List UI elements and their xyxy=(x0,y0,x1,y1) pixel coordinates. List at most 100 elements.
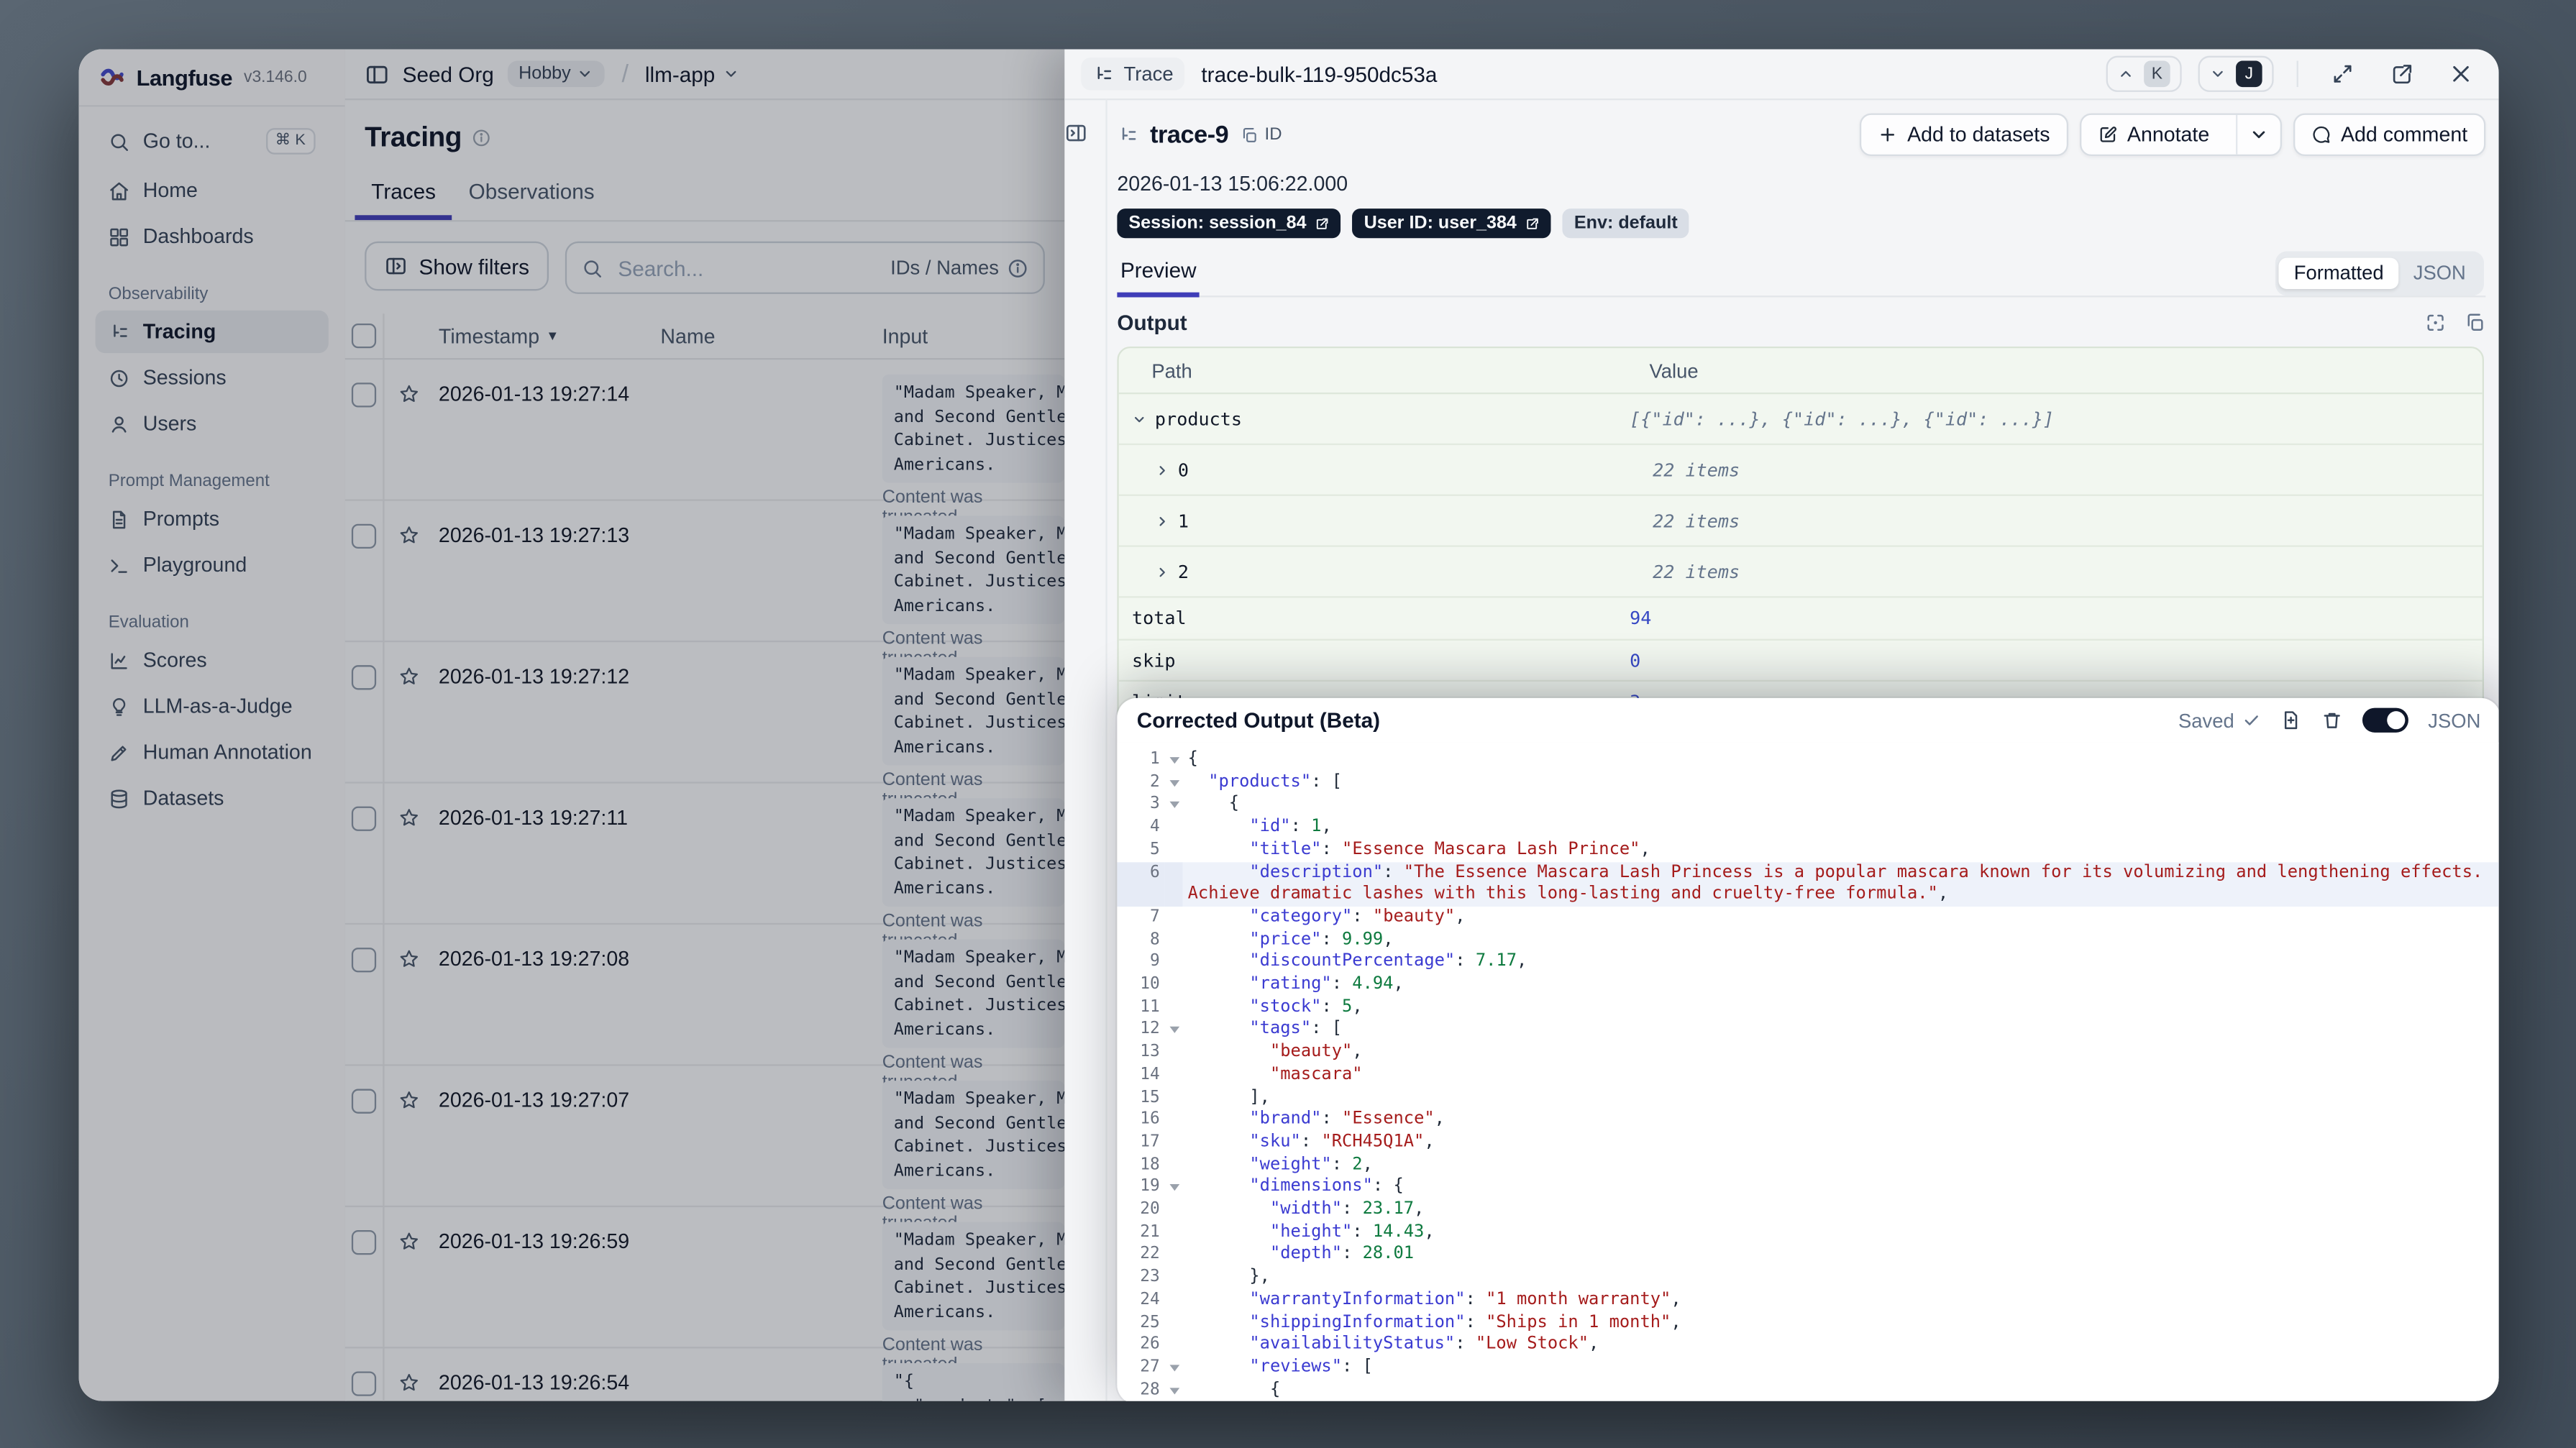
open-in-new-icon[interactable] xyxy=(2390,63,2413,86)
line-number: 25 xyxy=(1140,1313,1160,1332)
chevron-up-icon xyxy=(2118,65,2134,82)
code-line-19: 19 "dimensions": { xyxy=(1117,1176,2498,1199)
code-line-17: 17 "sku": "RCH45Q1A", xyxy=(1117,1132,2498,1154)
fold-chevron-icon xyxy=(1169,1184,1179,1192)
divider xyxy=(2296,60,2298,88)
fold-gutter xyxy=(1165,907,1183,929)
fold-gutter[interactable] xyxy=(1165,794,1183,816)
line-number: 14 xyxy=(1140,1066,1160,1084)
trace-timestamp: 2026-01-13 15:06:22.000 xyxy=(1117,172,1348,196)
trace-breadcrumb[interactable]: Trace xyxy=(1081,57,1185,91)
output-value: 22 items xyxy=(1653,561,1740,582)
badge-env: Env: default xyxy=(1562,209,1689,239)
fold-gutter xyxy=(1165,1222,1183,1244)
fold-gutter[interactable] xyxy=(1165,1379,1183,1401)
tab-preview[interactable]: Preview xyxy=(1117,258,1200,298)
line-number: 21 xyxy=(1140,1223,1160,1242)
output-path: skip xyxy=(1131,649,1176,672)
fold-gutter xyxy=(1165,1289,1183,1311)
copy-icon[interactable] xyxy=(2465,312,2486,334)
expand-icon[interactable] xyxy=(2331,63,2355,86)
chevron-down-icon[interactable] xyxy=(1132,411,1147,426)
trash-icon[interactable] xyxy=(2321,710,2343,731)
copy-trace-id[interactable]: ID xyxy=(1240,125,1282,145)
output-row-2[interactable]: 2 22 items xyxy=(1118,547,2483,598)
badge-user-id[interactable]: User ID: user_384 xyxy=(1352,209,1551,239)
json-toggle[interactable] xyxy=(2362,707,2408,733)
fold-gutter[interactable] xyxy=(1165,749,1183,771)
output-section-header: Output xyxy=(1117,311,2485,335)
code-line-11: 11 "stock": 5, xyxy=(1117,996,2498,1019)
output-row-0[interactable]: 0 22 items xyxy=(1118,445,2483,496)
chevron-right-icon[interactable] xyxy=(1155,513,1170,528)
line-number: 23 xyxy=(1140,1268,1160,1287)
trace-title-row: trace-9 ID Add to datasets Annotate Add … xyxy=(1117,113,2486,157)
json-toggle-label: JSON xyxy=(2428,708,2481,732)
code-line-wrap: Achieve dramatic lashes with this long-l… xyxy=(1117,884,2499,907)
focus-icon[interactable] xyxy=(2425,312,2447,334)
add-to-datasets-button[interactable]: Add to datasets xyxy=(1859,113,2068,157)
code-line-24: 24 "warrantyInformation": "1 month warra… xyxy=(1117,1289,2498,1311)
line-number: 6 xyxy=(1117,861,1165,884)
trace-badges: Session: session_84 User ID: user_384 Env:… xyxy=(1117,209,2485,239)
next-trace-button[interactable]: J xyxy=(2198,55,2274,92)
line-number: 1 xyxy=(1150,750,1160,769)
format-option-formatted[interactable]: Formatted xyxy=(2279,257,2399,290)
corrected-output-title: Corrected Output (Beta) xyxy=(1136,707,1381,733)
fold-gutter[interactable] xyxy=(1165,1019,1183,1041)
format-option-json[interactable]: JSON xyxy=(2398,258,2480,289)
file-diff-icon[interactable] xyxy=(2280,710,2302,731)
output-row-products[interactable]: products [{"id": ...}, {"id": ...}, {"id"… xyxy=(1118,394,2483,446)
check-icon xyxy=(2242,711,2260,729)
saved-status: Saved xyxy=(2178,709,2260,732)
fold-gutter[interactable] xyxy=(1165,1357,1183,1379)
fold-gutter[interactable] xyxy=(1165,1176,1183,1199)
output-row-1[interactable]: 1 22 items xyxy=(1118,496,2483,547)
collapse-panel-icon[interactable] xyxy=(1064,122,1087,145)
output-value: 22 items xyxy=(1653,510,1740,532)
chevron-right-icon[interactable] xyxy=(1155,462,1170,477)
fold-gutter xyxy=(1165,1154,1183,1176)
fold-gutter xyxy=(1165,839,1183,861)
corrected-output-panel: Corrected Output (Beta) Saved JSON 1{2 "… xyxy=(1117,697,2499,1401)
output-path: products xyxy=(1154,408,1242,430)
fold-chevron-icon xyxy=(1169,1027,1179,1034)
fold-gutter xyxy=(1165,996,1183,1019)
fold-chevron-icon xyxy=(1169,757,1179,764)
code-line-22: 22 "depth": 28.01 xyxy=(1117,1244,2498,1266)
annotate-button[interactable]: Annotate xyxy=(2079,113,2282,157)
plus-icon xyxy=(1878,125,1897,145)
fold-gutter xyxy=(1165,1267,1183,1289)
badge-session[interactable]: Session: session_84 xyxy=(1117,209,1341,239)
code-line-2: 2 "products": [ xyxy=(1117,771,2498,794)
fold-chevron-icon xyxy=(1169,802,1179,809)
close-icon[interactable] xyxy=(2449,63,2472,86)
code-line-6: 6 "description": "The Essence Mascara La… xyxy=(1117,861,2499,884)
prev-trace-button[interactable]: K xyxy=(2106,55,2182,92)
fold-gutter xyxy=(1165,1334,1183,1357)
fold-gutter[interactable] xyxy=(1165,771,1183,794)
line-number: 28 xyxy=(1140,1380,1160,1399)
code-line-10: 10 "rating": 4.94, xyxy=(1117,974,2498,996)
fold-chevron-icon xyxy=(1169,1365,1179,1372)
annotate-pencil-icon xyxy=(2098,125,2117,145)
line-number: 26 xyxy=(1140,1335,1160,1354)
line-number: 13 xyxy=(1140,1043,1160,1062)
peek-header: Trace trace-bulk-119-950dc53a K J xyxy=(1064,50,2499,101)
output-value: 94 xyxy=(1630,608,1652,629)
output-table-body: products [{"id": ...}, {"id": ...}, {"id"… xyxy=(1118,394,2483,723)
chevron-right-icon[interactable] xyxy=(1155,564,1170,579)
format-toggle: Formatted JSON xyxy=(2275,251,2485,296)
code-line-4: 4 "id": 1, xyxy=(1117,817,2498,839)
code-line-26: 26 "availabilityStatus": "Low Stock", xyxy=(1117,1334,2498,1357)
fold-gutter xyxy=(1165,1064,1183,1086)
code-line-13: 13 "beauty", xyxy=(1117,1042,2498,1064)
kbd-j: J xyxy=(2236,60,2262,88)
add-comment-button[interactable]: Add comment xyxy=(2293,113,2486,157)
annotate-dropdown[interactable] xyxy=(2235,114,2280,155)
json-code-editor[interactable]: 1{2 "products": [3 {4 "id": 1, 5 "title":… xyxy=(1117,742,2499,1401)
line-number: 7 xyxy=(1150,908,1160,927)
line-number: 16 xyxy=(1140,1110,1160,1129)
code-line-20: 20 "width": 23.17, xyxy=(1117,1199,2498,1222)
fold-gutter xyxy=(1165,1109,1183,1132)
